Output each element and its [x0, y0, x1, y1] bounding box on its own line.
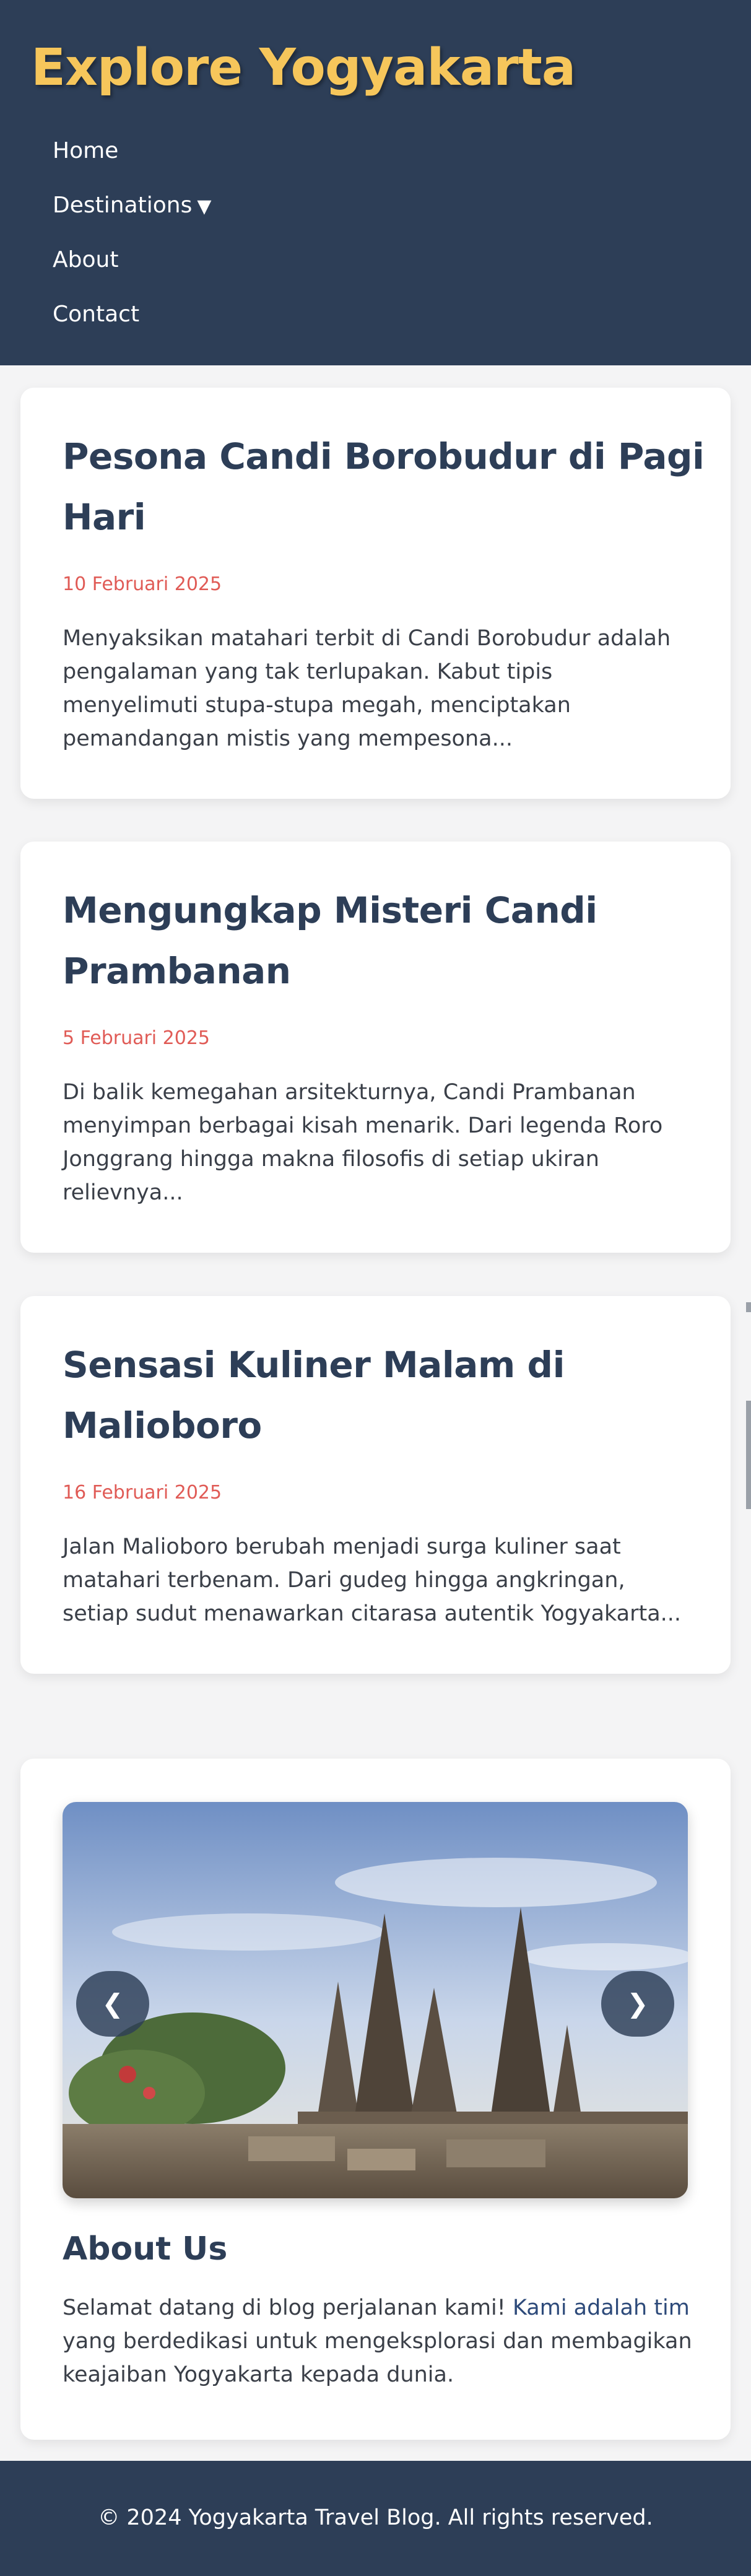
- nav-destinations[interactable]: Destinations ▼: [53, 193, 211, 218]
- about-link[interactable]: Kami adalah tim: [513, 2295, 690, 2320]
- post-title[interactable]: Pesona Candi Borobudur di Pagi Hari: [63, 426, 719, 547]
- temple-photo: [63, 1802, 688, 2198]
- nav-about[interactable]: About: [53, 247, 118, 272]
- site-title[interactable]: Explore Yogyakarta: [31, 38, 576, 97]
- post-card[interactable]: Pesona Candi Borobudur di Pagi Hari 10 F…: [20, 388, 731, 799]
- post-date: 16 Februari 2025: [63, 1482, 222, 1503]
- post-date: 5 Februari 2025: [63, 1027, 211, 1049]
- footer-copyright: © 2024 Yogyakarta Travel Blog. All right…: [98, 2505, 653, 2530]
- scrollbar-marker: [746, 1302, 751, 1312]
- post-card[interactable]: Mengungkap Misteri Candi Prambanan 5 Feb…: [20, 842, 731, 1253]
- post-title[interactable]: Sensasi Kuliner Malam di Malioboro: [63, 1334, 719, 1456]
- about-card: ❮ ❯ About Us Selamat datang di blog perj…: [20, 1759, 731, 2440]
- carousel-prev-button[interactable]: ❮: [76, 1971, 149, 2037]
- site-header: Explore Yogyakarta Home Destinations ▼ Ab…: [0, 0, 751, 365]
- image-carousel[interactable]: ❮ ❯: [63, 1802, 688, 2198]
- post-title[interactable]: Mengungkap Misteri Candi Prambanan: [63, 880, 719, 1001]
- nav-home-label: Home: [53, 138, 119, 163]
- about-text-intro: Selamat datang di blog perjalanan kami!: [63, 2295, 513, 2320]
- nav-contact-label: Contact: [53, 302, 140, 327]
- about-text-rest: yang berdedikasi untuk mengeksplorasi da…: [63, 2329, 692, 2387]
- nav-home[interactable]: Home: [53, 138, 118, 163]
- post-date: 10 Februari 2025: [63, 573, 222, 595]
- nav-about-label: About: [53, 247, 119, 272]
- carousel-next-button[interactable]: ❯: [601, 1971, 674, 2037]
- nav-destinations-label: Destinations: [53, 193, 193, 218]
- post-card[interactable]: Sensasi Kuliner Malam di Malioboro 16 Fe…: [20, 1296, 731, 1674]
- caret-down-icon: ▼: [197, 196, 212, 217]
- scrollbar-thumb[interactable]: [746, 1401, 751, 1509]
- post-excerpt: Di balik kemegahan arsitekturnya, Candi …: [63, 1080, 663, 1205]
- about-title: About Us: [63, 2230, 228, 2268]
- about-text: Selamat datang di blog perjalanan kami! …: [63, 2291, 694, 2391]
- site-footer: © 2024 Yogyakarta Travel Blog. All right…: [0, 2461, 751, 2576]
- post-excerpt: Menyaksikan matahari terbit di Candi Bor…: [63, 626, 671, 751]
- nav-contact[interactable]: Contact: [53, 302, 139, 327]
- post-excerpt: Jalan Malioboro berubah menjadi surga ku…: [63, 1534, 682, 1626]
